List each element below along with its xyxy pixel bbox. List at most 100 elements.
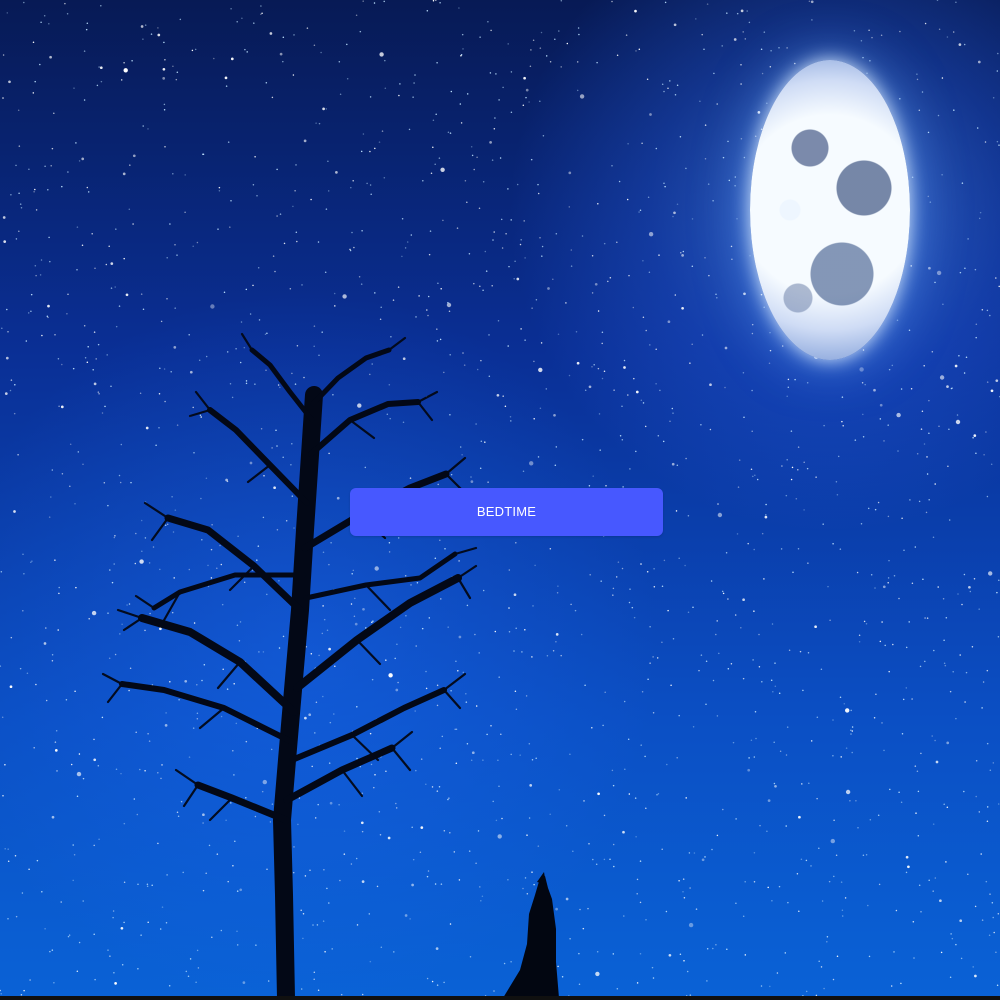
star [164,400,166,403]
star [742,598,745,602]
star [224,76,228,80]
star [442,219,444,222]
star [863,620,866,623]
star [488,375,491,378]
star [456,227,459,229]
star [780,548,783,550]
star [542,134,545,137]
star [136,813,139,816]
star [959,271,962,274]
bedtime-button[interactable]: BEDTIME [350,488,663,536]
star [437,282,439,284]
star [918,500,921,503]
star [816,797,818,800]
star [858,641,861,643]
star [129,164,131,166]
star [580,633,583,636]
star [1,327,3,329]
star [912,921,915,923]
star [972,966,974,968]
star [164,58,166,61]
star [494,630,497,633]
star [964,267,966,269]
star [366,182,368,185]
star [415,769,417,772]
star [978,811,981,813]
star [839,696,842,698]
star [432,146,434,149]
star [510,961,512,963]
star [57,357,60,360]
star [171,496,173,498]
star [558,789,561,791]
star [629,468,631,470]
star [520,328,522,330]
star [466,742,469,745]
star [274,844,277,846]
star [888,368,891,371]
star [911,582,914,584]
star [120,772,122,775]
star [449,132,452,134]
star [778,692,781,694]
star [623,700,626,703]
star [464,179,467,182]
star [233,774,235,776]
star [362,728,364,730]
star [821,900,824,902]
star [234,840,236,843]
star [83,99,86,101]
star [296,240,298,243]
star [726,12,728,14]
star [856,571,859,574]
star [682,878,685,880]
star [601,377,604,380]
star [300,909,302,912]
star [205,872,207,875]
star [870,574,873,576]
star [853,29,856,32]
star [901,732,904,735]
star [795,497,798,500]
star [747,542,749,545]
bottom-border [0,996,1000,1000]
star [434,163,436,166]
star [44,928,46,930]
star [222,668,224,671]
star [85,28,88,31]
star [721,590,724,593]
star [629,588,631,590]
star [87,346,89,348]
star [61,473,64,475]
star [887,582,889,584]
star [725,552,728,554]
star [15,915,18,918]
star [905,871,908,874]
star [328,647,331,651]
star [415,645,417,647]
star [784,952,787,954]
star [742,31,744,33]
star [333,713,335,715]
star [794,378,796,381]
star [329,721,332,724]
star [740,9,744,13]
star [147,921,149,923]
star [434,883,437,885]
star [667,87,669,89]
star [404,575,407,577]
star [963,372,966,374]
star [58,405,60,408]
star [934,483,936,485]
star [716,715,719,717]
star [226,688,229,690]
star [333,588,335,591]
star [225,85,228,87]
star [700,654,703,656]
star [463,364,466,366]
star [1,716,4,718]
star [326,629,329,631]
star [436,984,439,986]
star [649,344,651,346]
star [82,777,85,780]
